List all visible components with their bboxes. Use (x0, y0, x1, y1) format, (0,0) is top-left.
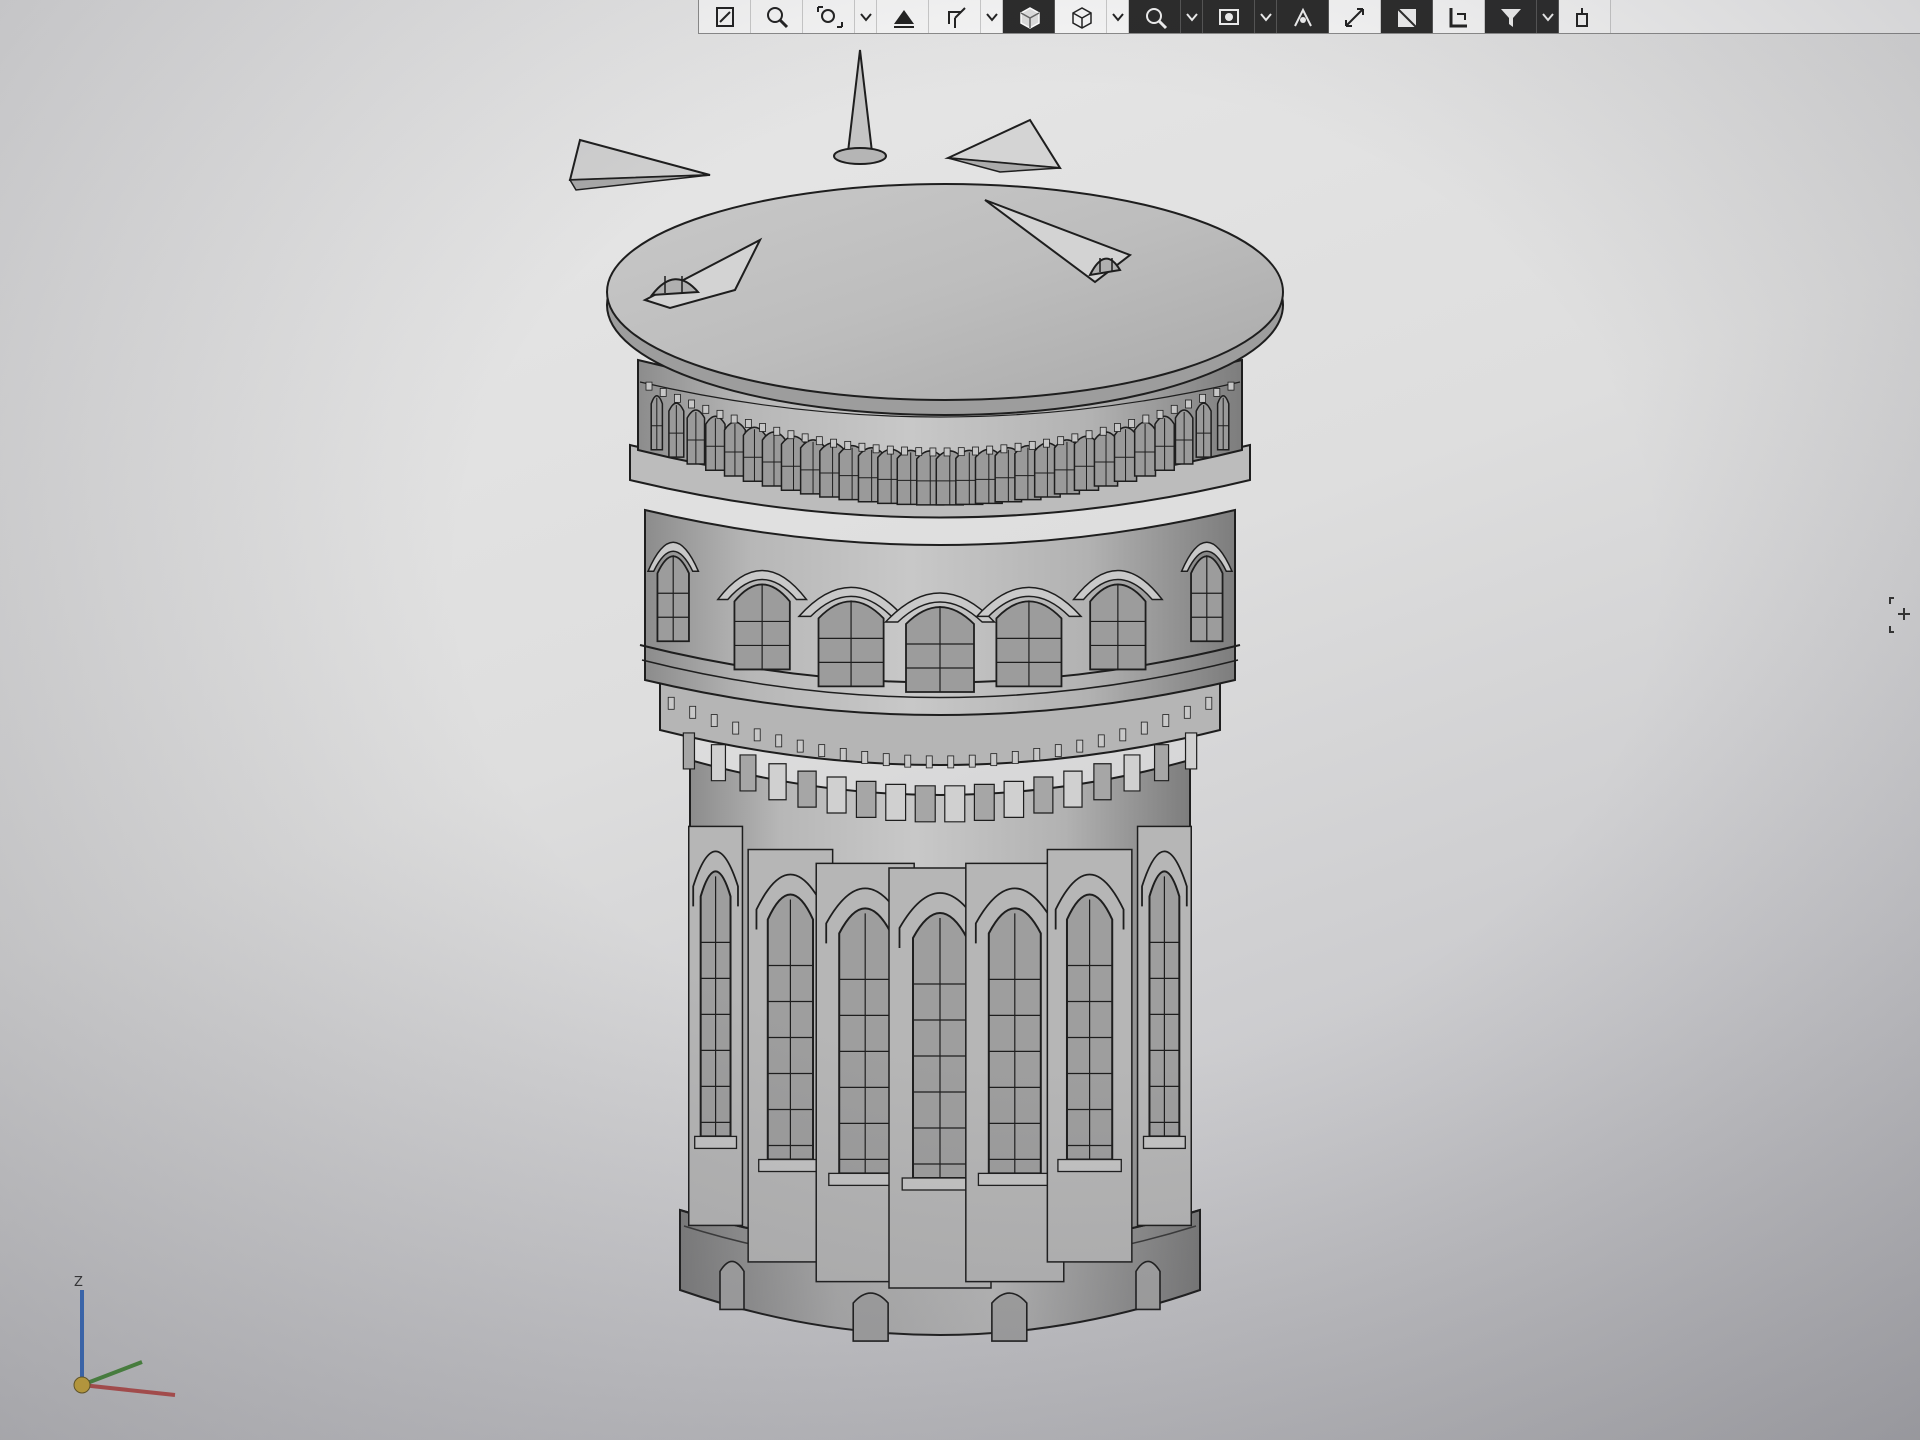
sketch-button[interactable] (699, 0, 751, 33)
view-orientation-button[interactable] (929, 0, 981, 33)
apply-scene-button[interactable] (1277, 0, 1329, 33)
roof-spire (833, 49, 887, 165)
triad-z-label: Z (74, 1275, 83, 1290)
triad-origin (73, 1376, 91, 1394)
sketch-icon (715, 6, 734, 27)
filter-icon (1500, 8, 1521, 27)
edit-appearance-dropdown[interactable] (1255, 0, 1277, 33)
shaded-display-icon (1019, 6, 1040, 29)
render-tools-icon (1449, 7, 1467, 27)
chevron-down-icon (1111, 12, 1124, 22)
section-view-button[interactable] (877, 0, 929, 33)
edit-appearance-icon (1218, 8, 1239, 25)
triad-y-axis (81, 1360, 143, 1387)
view-settings-icon (1396, 7, 1417, 28)
smart-dimension-icon (1344, 7, 1364, 27)
wireframe-display-button[interactable] (1055, 0, 1107, 33)
graphics-viewport[interactable]: Z (0, 0, 1920, 1440)
lower-gothic-windows (688, 825, 1192, 1289)
water-tower-model[interactable] (560, 40, 1500, 1400)
view-settings-button[interactable] (1381, 0, 1433, 33)
zoom-area-button[interactable] (751, 0, 803, 33)
section-view-icon (893, 9, 914, 28)
apply-scene-icon (1293, 7, 1312, 26)
wireframe-display-dropdown[interactable] (1107, 0, 1129, 33)
chevron-down-icon (1541, 12, 1554, 22)
view-orientation-dropdown[interactable] (981, 0, 1003, 33)
filter-button[interactable] (1485, 0, 1537, 33)
hide-show-dropdown[interactable] (1181, 0, 1203, 33)
more-tools-button[interactable] (1559, 0, 1611, 33)
edit-appearance-button[interactable] (1203, 0, 1255, 33)
zoom-to-fit-button[interactable] (803, 0, 855, 33)
chevron-down-icon (859, 12, 872, 22)
heads-up-view-toolbar (698, 0, 1920, 34)
view-orientation-icon (947, 6, 966, 28)
shaded-display-button[interactable] (1003, 0, 1055, 33)
hide-show-icon (1145, 7, 1167, 29)
chevron-down-icon (1259, 12, 1272, 22)
filter-dropdown[interactable] (1537, 0, 1559, 33)
chevron-down-icon (985, 12, 998, 22)
zoom-to-fit-dropdown[interactable] (855, 0, 877, 33)
reference-triad: Z (73, 1275, 176, 1397)
more-tools-icon (1575, 7, 1588, 27)
zoom-area-icon (766, 6, 788, 28)
chevron-down-icon (1185, 12, 1198, 22)
render-tools-button[interactable] (1433, 0, 1485, 33)
smart-dimension-button[interactable] (1329, 0, 1381, 33)
selection-cursor-icon (1889, 597, 1910, 633)
wireframe-display-icon (1071, 6, 1092, 29)
hide-show-button[interactable] (1129, 0, 1181, 33)
zoom-to-fit-icon (816, 5, 843, 28)
triad-x-axis (81, 1383, 176, 1397)
